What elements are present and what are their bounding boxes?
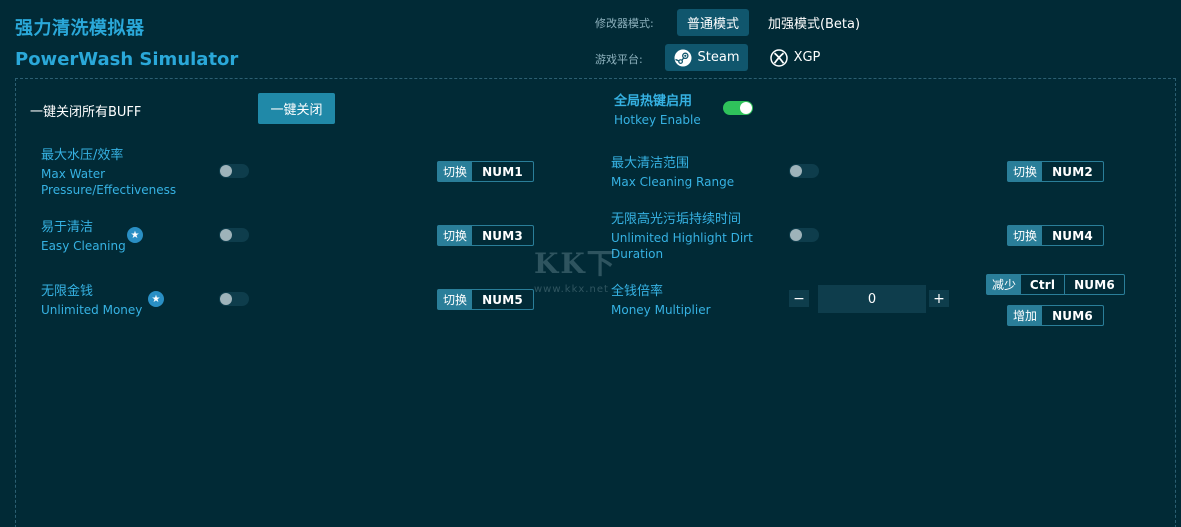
- cheat-unlimited-money-hotkey[interactable]: 切换 NUM5: [437, 289, 534, 310]
- cheat-money-multiplier-label-cn: 全钱倍率: [611, 284, 664, 299]
- cheat-max-water-label-cn: 最大水压/效率: [41, 148, 124, 163]
- cheat-max-water-label-en1: Max Water: [41, 167, 106, 181]
- cheat-easy-cleaning-label-en: Easy Cleaning: [41, 239, 126, 253]
- hotkey-action: 增加: [1008, 306, 1043, 325]
- cheat-max-range-label-en: Max Cleaning Range: [611, 175, 735, 189]
- cheat-max-water-label-en2: Pressure/Effectiveness: [41, 183, 177, 197]
- star-icon: ★: [127, 227, 143, 243]
- close-all-button[interactable]: 一键关闭: [258, 93, 335, 124]
- cheat-highlight-dirt-label-en2: Duration: [611, 247, 664, 261]
- cheat-easy-cleaning-hotkey[interactable]: 切换 NUM3: [437, 225, 534, 246]
- cheat-unlimited-money-label-en: Unlimited Money: [41, 303, 143, 317]
- app-title-en: PowerWash Simulator: [15, 49, 239, 70]
- hotkey-key: NUM5: [482, 292, 523, 307]
- platform-xgp-button[interactable]: XGP: [760, 44, 830, 71]
- platform-label: 游戏平台:: [595, 53, 643, 66]
- hotkey-action: 切换: [1008, 226, 1043, 245]
- hotkey-key: NUM4: [1052, 228, 1093, 243]
- cheat-max-range-hotkey[interactable]: 切换 NUM2: [1007, 161, 1104, 182]
- platform-xgp-label: XGP: [793, 50, 821, 65]
- mode-enhanced-button[interactable]: 加强模式(Beta): [760, 9, 868, 36]
- cheat-max-range-toggle[interactable]: [789, 164, 819, 178]
- xbox-icon: [769, 48, 788, 67]
- hotkey-enable-toggle[interactable]: [723, 101, 753, 115]
- platform-steam-button[interactable]: Steam: [665, 44, 748, 71]
- mode-normal-label: 普通模式: [686, 17, 739, 32]
- multiplier-increase-button[interactable]: +: [929, 290, 949, 307]
- hotkey-modifier: Ctrl: [1029, 277, 1056, 292]
- hotkey-enable-label-cn: 全局热键启用: [614, 94, 693, 109]
- cheat-highlight-dirt-toggle[interactable]: [789, 228, 819, 242]
- cheat-easy-cleaning-label-cn: 易于清洁: [41, 220, 94, 235]
- cheat-easy-cleaning-toggle[interactable]: [219, 228, 249, 242]
- cheat-unlimited-money-label-cn: 无限金钱: [41, 284, 94, 299]
- hotkey-enable-label-en: Hotkey Enable: [614, 113, 701, 127]
- cheat-max-water-toggle[interactable]: [219, 164, 249, 178]
- platform-steam-label: Steam: [697, 50, 740, 65]
- hotkey-action: 减少: [987, 275, 1022, 294]
- cheats-panel: [15, 78, 1176, 527]
- multiplier-value-input[interactable]: 0: [818, 285, 926, 313]
- cheat-highlight-dirt-label-cn: 无限高光污垢持续时间: [611, 212, 742, 227]
- hotkey-action: 切换: [438, 290, 473, 309]
- hotkey-action: 切换: [438, 226, 473, 245]
- multiplier-decrease-hotkey[interactable]: 减少 Ctrl NUM6: [986, 274, 1125, 295]
- mode-normal-button[interactable]: 普通模式: [677, 9, 749, 36]
- app-title-cn: 强力清洗模拟器: [15, 18, 145, 39]
- hotkey-key: NUM2: [1052, 164, 1093, 179]
- hotkey-key: NUM6: [1064, 275, 1124, 294]
- cheat-max-range-label-cn: 最大清洁范围: [611, 156, 690, 171]
- mode-enhanced-label: 加强模式(Beta): [767, 17, 861, 32]
- cheat-unlimited-money-toggle[interactable]: [219, 292, 249, 306]
- cheat-highlight-dirt-label-en1: Unlimited Highlight Dirt: [611, 231, 753, 245]
- multiplier-decrease-button[interactable]: −: [789, 290, 809, 307]
- steam-icon: [674, 49, 692, 67]
- mode-label: 修改器模式:: [595, 17, 654, 30]
- cheat-max-water-hotkey[interactable]: 切换 NUM1: [437, 161, 534, 182]
- cheat-money-multiplier-label-en: Money Multiplier: [611, 303, 711, 317]
- hotkey-action: 切换: [438, 162, 473, 181]
- close-all-label: 一键关闭所有BUFF: [30, 105, 142, 120]
- hotkey-key: NUM6: [1052, 308, 1093, 323]
- star-icon: ★: [148, 291, 164, 307]
- hotkey-key: NUM1: [482, 164, 523, 179]
- multiplier-increase-hotkey[interactable]: 增加 NUM6: [1007, 305, 1104, 326]
- hotkey-action: 切换: [1008, 162, 1043, 181]
- cheat-highlight-dirt-hotkey[interactable]: 切换 NUM4: [1007, 225, 1104, 246]
- hotkey-key: NUM3: [482, 228, 523, 243]
